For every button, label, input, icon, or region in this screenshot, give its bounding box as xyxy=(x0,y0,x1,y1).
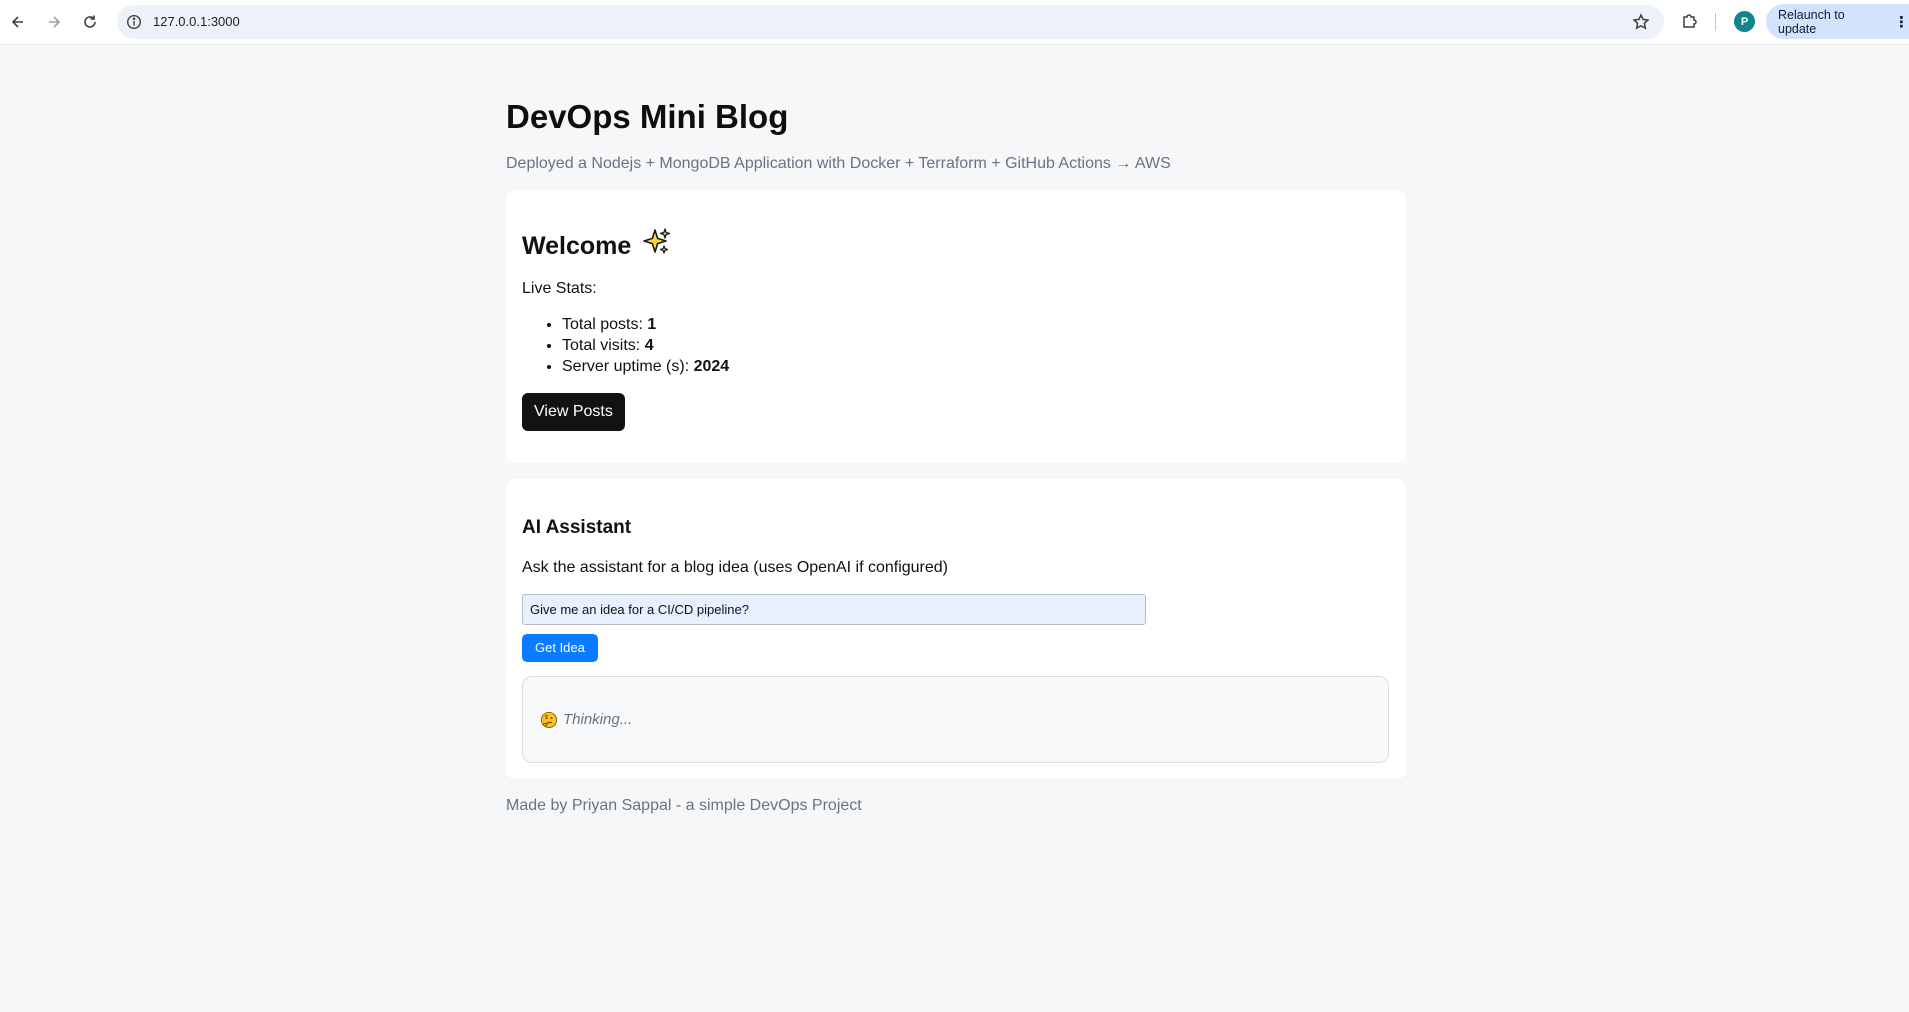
welcome-heading-text: Welcome xyxy=(522,232,632,260)
page-title: DevOps Mini Blog xyxy=(506,98,789,135)
toolbar-divider xyxy=(1715,13,1716,31)
back-arrow-icon xyxy=(11,16,23,28)
profile-avatar[interactable]: P xyxy=(1734,11,1755,32)
welcome-card: Welcome Live Stats: Total posts: 1 Total… xyxy=(506,190,1406,463)
ai-response-text: Thinking... xyxy=(563,711,633,728)
welcome-heading: Welcome xyxy=(522,227,672,263)
get-idea-button[interactable]: Get Idea xyxy=(522,634,598,662)
ai-assistant-description: Ask the assistant for a blog idea (uses … xyxy=(522,559,949,576)
url-text[interactable]: 127.0.0.1:3000 xyxy=(153,14,240,30)
relaunch-label: Relaunch to update xyxy=(1778,7,1845,36)
sparkles-icon xyxy=(643,228,671,254)
live-stats-label: Live Stats: xyxy=(522,280,597,297)
site-info-icon[interactable] xyxy=(126,14,142,30)
thinking-face-icon xyxy=(541,711,557,728)
extensions-puzzle-icon[interactable] xyxy=(1680,11,1700,31)
stat-label: Total posts: xyxy=(562,316,648,333)
view-posts-button[interactable]: View Posts xyxy=(522,393,625,431)
more-menu-icon[interactable]: ⋮ xyxy=(1894,13,1909,31)
stat-total-visits: Total visits: 4 xyxy=(562,335,729,356)
browser-toolbar: 127.0.0.1:3000 P Relaunch to update ⋮ xyxy=(0,0,1909,45)
stat-value: 2024 xyxy=(693,358,730,375)
stat-label: Server uptime (s): xyxy=(562,358,694,375)
blog-idea-prompt-input[interactable] xyxy=(522,594,1146,625)
stat-value: 1 xyxy=(647,316,657,333)
footer-text: Made by Priyan Sappal - a simple DevOps … xyxy=(506,797,862,814)
relaunch-to-update-button[interactable]: Relaunch to update ⋮ xyxy=(1766,4,1909,39)
ai-response-box: Thinking... xyxy=(522,676,1389,763)
reload-icon xyxy=(84,15,96,28)
address-bar[interactable]: 127.0.0.1:3000 xyxy=(117,5,1664,39)
back-button[interactable] xyxy=(6,10,30,34)
forward-arrow-icon xyxy=(49,16,61,28)
page-subtitle: Deployed a Nodejs + MongoDB Application … xyxy=(506,155,1171,172)
ai-assistant-heading: AI Assistant xyxy=(522,517,632,538)
bookmark-star-icon[interactable] xyxy=(1632,13,1650,31)
stat-label: Total visits: xyxy=(562,337,645,354)
reload-button[interactable] xyxy=(78,10,102,34)
forward-button[interactable] xyxy=(42,10,66,34)
stat-total-posts: Total posts: 1 xyxy=(562,314,729,335)
live-stats-list: Total posts: 1 Total visits: 4 Server up… xyxy=(522,314,729,377)
ai-assistant-card: AI Assistant Ask the assistant for a blo… xyxy=(506,479,1406,779)
stat-value: 4 xyxy=(644,337,654,354)
stat-server-uptime: Server uptime (s): 2024 xyxy=(562,356,729,377)
